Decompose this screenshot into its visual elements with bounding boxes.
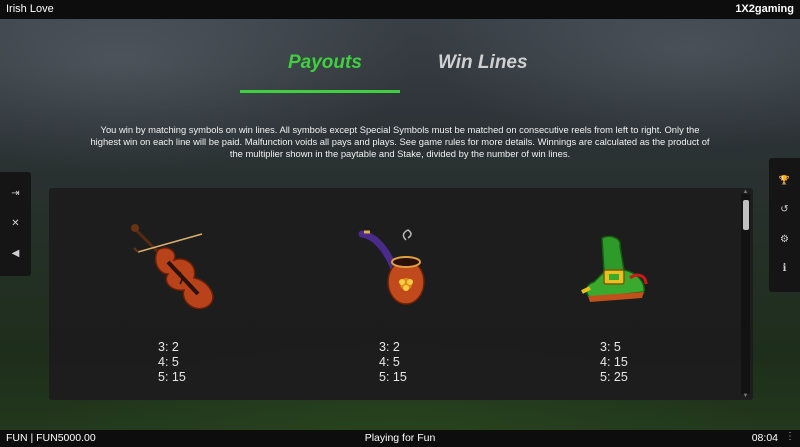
- more-menu-icon[interactable]: ⋮: [785, 431, 795, 442]
- game-title: Irish Love: [6, 3, 54, 15]
- payout-row: 3: 2: [158, 340, 179, 354]
- active-tab-underline: [240, 90, 400, 93]
- history-icon[interactable]: ↺: [769, 200, 800, 220]
- scroll-up-arrow-icon[interactable]: ▲: [741, 189, 750, 195]
- trophy-icon[interactable]: 🏆: [769, 170, 800, 190]
- clock: 08:04: [751, 432, 778, 444]
- brand-logo: 1X2gaming: [735, 3, 794, 15]
- payout-list: 3: 5 4: 15 5: 25: [600, 340, 628, 385]
- info-icon[interactable]: i: [769, 259, 800, 279]
- bottom-bar: FUN | FUN5000.00 Playing for Fun 08:04 ⋮: [0, 430, 800, 447]
- violin-icon: [131, 224, 214, 310]
- right-sidebar: 🏆 ↺ ⚙ i: [769, 158, 800, 292]
- payout-row: 4: 5: [379, 355, 400, 369]
- tab-bar: Payouts Win Lines: [0, 52, 800, 93]
- payout-row: 4: 15: [600, 355, 628, 369]
- tab-payouts[interactable]: Payouts: [288, 52, 362, 74]
- play-mode-label: Playing for Fun: [364, 432, 436, 444]
- tab-win-lines[interactable]: Win Lines: [438, 52, 528, 74]
- payout-list: 3: 2 4: 5 5: 15: [158, 340, 186, 385]
- payout-row: 3: 2: [379, 340, 400, 354]
- payout-row: 5: 15: [379, 370, 407, 384]
- top-bar: Irish Love 1X2gaming: [0, 0, 800, 19]
- sound-icon[interactable]: ◀: [0, 244, 31, 264]
- exit-icon[interactable]: ⇥: [0, 184, 31, 204]
- pipe-icon: [358, 229, 425, 305]
- leprechaun-shoe-icon: [581, 235, 648, 302]
- payout-row: 5: 15: [158, 370, 186, 384]
- payout-description: You win by matching symbols on win lines…: [90, 124, 710, 159]
- left-sidebar: ⇥ ✕ ◀: [0, 172, 31, 276]
- payout-list: 3: 2 4: 5 5: 15: [379, 340, 407, 385]
- payout-row: 3: 5: [600, 340, 621, 354]
- settings-gear-icon[interactable]: ⚙: [769, 230, 800, 250]
- scroll-down-arrow-icon[interactable]: ▼: [741, 393, 750, 399]
- scrollbar-thumb[interactable]: [743, 200, 749, 230]
- payout-row: 4: 5: [158, 355, 179, 369]
- payout-row: 5: 25: [600, 370, 628, 384]
- close-icon[interactable]: ✕: [0, 214, 31, 234]
